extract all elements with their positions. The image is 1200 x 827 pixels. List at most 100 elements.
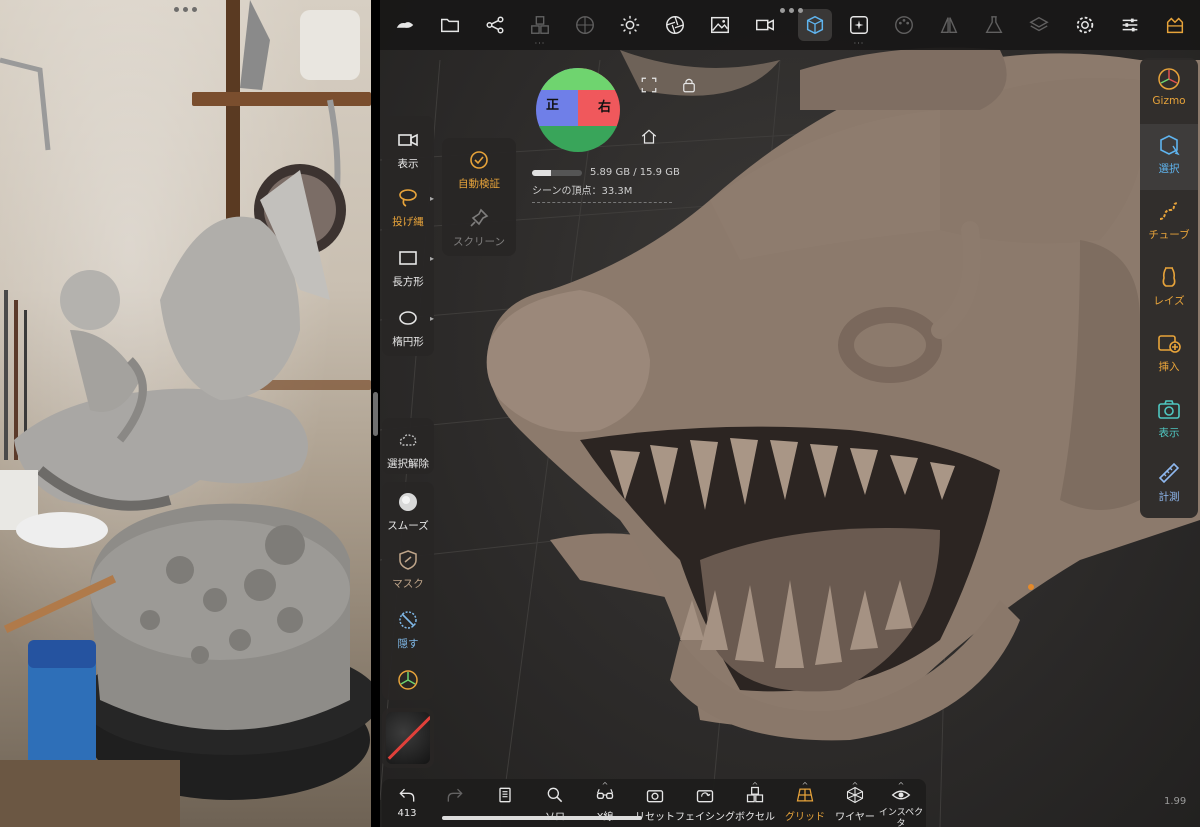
- aperture-icon[interactable]: [658, 9, 692, 41]
- tool-lasso[interactable]: 投げ縄 ▸: [383, 186, 434, 229]
- history-button[interactable]: [480, 785, 530, 805]
- grid-button[interactable]: ^ グリッド: [780, 781, 830, 823]
- redo-button[interactable]: [430, 785, 480, 805]
- hide-label: 隠す: [397, 638, 419, 650]
- sparkle-square-icon[interactable]: ···: [842, 9, 876, 48]
- cloud-icon[interactable]: [388, 9, 422, 41]
- gizmo-front-label: 正: [546, 98, 560, 113]
- right-tool-lathe-label: レイズ: [1153, 295, 1185, 307]
- sculpt-model: [380, 47, 1200, 827]
- right-tool-select[interactable]: 選択: [1140, 124, 1198, 190]
- sun-icon[interactable]: [613, 9, 647, 41]
- sculpt-app: ··· ··· 正 右 5.89 GB / 15.9 GB シーンの頂点：33.…: [380, 0, 1200, 827]
- grid-label: グリッド: [785, 812, 825, 823]
- ellipse-icon: [399, 311, 417, 325]
- magnifier-icon: [547, 787, 563, 803]
- deselect-button[interactable]: 選択解除: [383, 428, 433, 471]
- tool-lasso-label: 投げ縄: [392, 216, 424, 228]
- toolbar-scroll-indicator[interactable]: [442, 816, 642, 820]
- layers-icon[interactable]: [1022, 9, 1056, 41]
- hide-button[interactable]: 隠す: [383, 608, 433, 651]
- wireframe-button[interactable]: ^ ワイヤー: [830, 781, 880, 823]
- right-tool-lathe[interactable]: レイズ: [1140, 264, 1198, 322]
- hide-mesh-icon: [399, 611, 417, 629]
- gizmo-shortcut-button[interactable]: [383, 668, 433, 692]
- smooth-sphere-icon: [399, 493, 417, 511]
- home-icon[interactable]: [638, 126, 660, 148]
- view-orientation-gizmo[interactable]: 正 右: [536, 68, 620, 152]
- vase-icon: [1162, 267, 1176, 287]
- right-tool-panel: Gizmo 選択 チューブ レイズ 挿入 表示 計測: [1140, 58, 1198, 518]
- symmetry-icon[interactable]: [932, 9, 966, 41]
- version-label: 1.99: [1164, 796, 1187, 807]
- selection-cube-icon[interactable]: [798, 9, 832, 41]
- selection-tool-panel: 表示 投げ縄 ▸ 長方形 ▸ 楕円形 ▸: [382, 116, 434, 356]
- smooth-button[interactable]: スムーズ: [383, 490, 433, 533]
- split-view-handle[interactable]: [373, 392, 378, 436]
- inspector-button[interactable]: ^ インスペクタ: [876, 781, 926, 827]
- 3d-viewport[interactable]: [380, 0, 1200, 827]
- memory-usage-text: 5.89 GB / 15.9 GB: [590, 167, 680, 178]
- cubes-icon[interactable]: ···: [523, 9, 557, 48]
- voxel-label: ボクセル: [735, 812, 775, 823]
- tool-ellipse-label: 楕円形: [392, 336, 424, 348]
- lasso-options-panel: 自動検証 スクリーン: [442, 138, 516, 256]
- tube-icon: [1159, 202, 1179, 220]
- scene-graph-icon[interactable]: [478, 9, 512, 41]
- pin-icon: [470, 208, 489, 227]
- right-tool-insert-label: 挿入: [1158, 361, 1180, 373]
- pivot-marker[interactable]: [1028, 584, 1034, 590]
- right-tool-gizmo[interactable]: Gizmo: [1140, 66, 1198, 124]
- sculpture-photo: [0, 0, 371, 827]
- material-preview[interactable]: [386, 712, 430, 764]
- facing-label: フェイシング: [675, 812, 735, 823]
- sphere-grid-icon[interactable]: [568, 9, 602, 41]
- flask-icon[interactable]: [977, 9, 1011, 41]
- right-tool-tube[interactable]: チューブ: [1140, 198, 1198, 256]
- right-tool-measure-label: 計測: [1158, 491, 1180, 503]
- pane-menu-dots[interactable]: [174, 7, 197, 12]
- lock-icon[interactable]: [678, 74, 700, 96]
- smooth-label: スムーズ: [387, 520, 429, 532]
- mask-button[interactable]: マスク: [383, 548, 433, 591]
- undo-button[interactable]: 413: [382, 785, 432, 819]
- right-tool-insert[interactable]: 挿入: [1140, 330, 1198, 388]
- frame-icon[interactable]: [638, 74, 660, 96]
- sliders-icon[interactable]: [1113, 9, 1147, 41]
- camera-reset-icon: [646, 790, 664, 803]
- deselect-label: 選択解除: [387, 458, 429, 470]
- right-tool-select-label: 選択: [1158, 163, 1180, 175]
- tool-rectangle[interactable]: 長方形 ▸: [383, 246, 434, 289]
- gear-icon[interactable]: [1068, 9, 1102, 41]
- scene-vertex-count: シーンの頂点：33.3M: [532, 186, 633, 197]
- right-tool-measure[interactable]: 計測: [1140, 460, 1198, 518]
- cloud-outline-icon: [399, 434, 417, 446]
- crown-box-icon[interactable]: [1158, 9, 1192, 41]
- memory-usage-fill: [532, 170, 551, 176]
- lasso-icon: [399, 189, 417, 207]
- right-tool-tube-label: チューブ: [1148, 229, 1190, 241]
- check-circle-icon: [470, 151, 488, 169]
- wireframe-label: ワイヤー: [835, 812, 875, 823]
- gizmo-icon: [398, 670, 418, 690]
- right-tool-view[interactable]: 表示: [1140, 396, 1198, 454]
- material-swatch-panel: [382, 708, 434, 768]
- camera-rotate-icon: [696, 790, 714, 803]
- tool-ellipse[interactable]: 楕円形 ▸: [383, 306, 434, 349]
- auto-validate-toggle[interactable]: 自動検証: [454, 148, 504, 191]
- gizmo-right-label: 右: [598, 100, 612, 115]
- redo-icon: [447, 788, 463, 802]
- ruler-icon: [1158, 462, 1180, 484]
- voxel-button[interactable]: ^ ボクセル: [730, 781, 780, 823]
- window-dots[interactable]: [780, 8, 803, 13]
- palette-icon[interactable]: [887, 9, 921, 41]
- tool-view[interactable]: 表示: [383, 128, 433, 171]
- undo-icon: [399, 788, 415, 802]
- select-cube-icon: [1160, 135, 1180, 156]
- screen-toggle[interactable]: スクリーン: [453, 206, 505, 249]
- image-icon[interactable]: [703, 9, 737, 41]
- folder-icon[interactable]: [433, 9, 467, 41]
- video-camera-icon[interactable]: [748, 9, 782, 41]
- deselect-panel: 選択解除: [382, 418, 434, 474]
- facing-button[interactable]: フェイシング: [675, 785, 735, 823]
